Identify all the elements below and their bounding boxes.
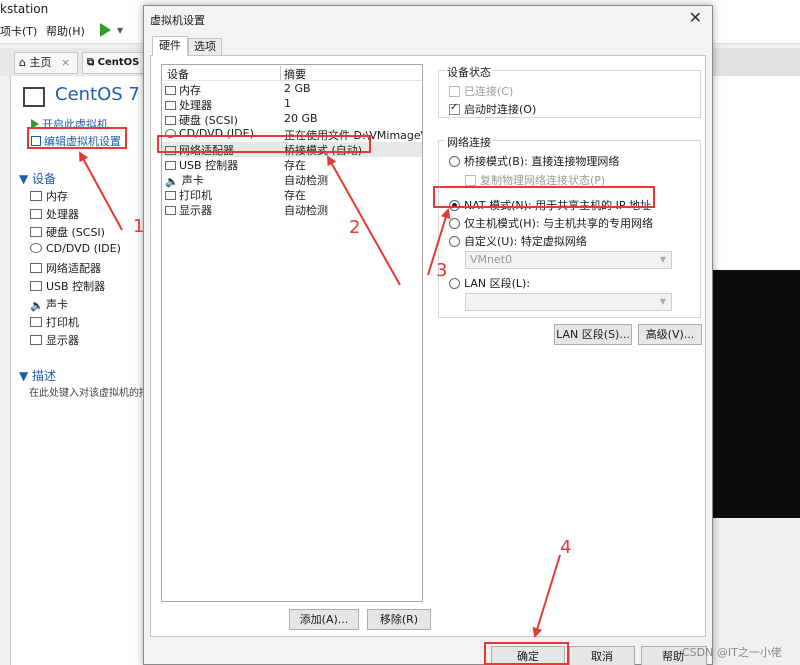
- lan-segments-button[interactable]: LAN 区段(S)...: [554, 324, 632, 345]
- printer-icon: [30, 317, 42, 327]
- speaker-icon: 🔈: [165, 175, 179, 188]
- radio-icon: [449, 218, 460, 229]
- usb-icon: [165, 161, 176, 170]
- description-heading[interactable]: ▼ 描述: [19, 367, 56, 384]
- device-item[interactable]: 显示器: [30, 332, 79, 348]
- tab-hardware[interactable]: 硬件: [152, 36, 188, 56]
- annotation-number-1: 1: [133, 216, 145, 237]
- device-item[interactable]: 网络适配器: [30, 260, 101, 276]
- host-only-radio[interactable]: 仅主机模式(H): 与主机共享的专用网络: [449, 215, 653, 231]
- device-item[interactable]: CD/DVD (IDE): [30, 242, 121, 255]
- tab-options[interactable]: 选项: [188, 38, 222, 56]
- device-status-group: 设备状态 已连接(C) 启动时连接(O): [438, 64, 701, 118]
- tab-vm[interactable]: ⧉ CentOS 7 6: [82, 52, 148, 74]
- speaker-icon: 🔈: [30, 299, 44, 312]
- chevron-down-icon: ▼: [659, 255, 666, 264]
- table-row[interactable]: 内存 2 GB: [162, 82, 422, 97]
- radio-icon: [449, 236, 460, 247]
- checkbox-icon: [465, 175, 476, 186]
- table-row[interactable]: 硬盘 (SCSI) 20 GB: [162, 112, 422, 127]
- device-item[interactable]: USB 控制器: [30, 278, 105, 294]
- advanced-button[interactable]: 高级(V)...: [638, 324, 702, 345]
- play-icon[interactable]: [100, 23, 111, 37]
- annotation-box-edit-settings: [27, 127, 127, 149]
- table-row[interactable]: 显示器 自动检测: [162, 202, 422, 217]
- home-icon: ⌂: [19, 56, 26, 69]
- custom-radio[interactable]: 自定义(U): 特定虚拟网络: [449, 233, 587, 249]
- network-icon: [30, 263, 42, 273]
- vm-summary-panel: CentOS 7 64 开启此虚拟机 编辑虚拟机设置 ▼ 设备 内存 处理器 硬…: [10, 76, 169, 665]
- memory-icon: [165, 86, 176, 95]
- chevron-down-icon[interactable]: ▼: [117, 26, 123, 35]
- annotation-box-ok: [484, 642, 569, 665]
- connected-checkbox[interactable]: 已连接(C): [449, 83, 513, 99]
- vm-settings-dialog: 虚拟机设置 ✕ 硬件 选项 设备 摘要 内存 2 GB 处理器 1 硬盘 (SCSI…: [143, 5, 713, 665]
- lan-segment-radio[interactable]: LAN 区段(L):: [449, 275, 530, 291]
- table-row[interactable]: 打印机 存在: [162, 187, 422, 202]
- device-item[interactable]: 打印机: [30, 314, 79, 330]
- network-legend: 网络连接: [445, 134, 493, 150]
- device-item[interactable]: 🔈 声卡: [30, 296, 68, 312]
- vm-console-preview: [712, 270, 800, 518]
- annotation-box-nat: [433, 186, 655, 208]
- list-header: 设备 摘要: [162, 65, 422, 81]
- display-icon: [30, 335, 42, 345]
- network-connection-group: 网络连接 桥接模式(B): 直接连接物理网络 复制物理网络连接状态(P) NAT…: [438, 134, 701, 318]
- vm-icon: ⧉: [87, 57, 95, 68]
- column-device[interactable]: 设备: [167, 66, 189, 82]
- cd-icon: [30, 243, 42, 253]
- right-panel: [712, 76, 800, 270]
- radio-icon: [449, 278, 460, 289]
- table-row[interactable]: USB 控制器 存在: [162, 157, 422, 172]
- description-placeholder[interactable]: 在此处键入对该虚拟机的描: [29, 384, 144, 399]
- bridged-radio[interactable]: 桥接模式(B): 直接连接物理网络: [449, 153, 619, 169]
- device-item[interactable]: 硬盘 (SCSI): [30, 224, 105, 240]
- device-item[interactable]: 内存: [30, 188, 68, 204]
- printer-icon: [165, 191, 176, 200]
- cpu-icon: [165, 101, 176, 110]
- chevron-down-icon: ▼: [659, 297, 666, 306]
- app-title: kstation: [0, 2, 49, 16]
- device-item[interactable]: 处理器: [30, 206, 79, 222]
- annotation-number-2: 2: [349, 217, 361, 238]
- usb-icon: [30, 281, 42, 291]
- radio-icon: [449, 156, 460, 167]
- lan-segment-select[interactable]: ▼: [465, 293, 672, 311]
- annotation-number-4: 4: [560, 537, 572, 558]
- menu-help[interactable]: 帮助(H): [46, 23, 85, 39]
- connect-on-start-checkbox[interactable]: 启动时连接(O): [449, 101, 536, 117]
- vm-icon: [23, 87, 45, 107]
- close-icon[interactable]: ×: [61, 56, 70, 69]
- annotation-box-network-adapter: [157, 135, 371, 153]
- disk-icon: [165, 116, 176, 125]
- custom-network-select[interactable]: VMnet0 ▼: [465, 251, 672, 269]
- vm-tab-strip: ⌂ 主页 × ⧉ CentOS 7 6: [0, 48, 148, 76]
- checkbox-icon: [449, 86, 460, 97]
- cancel-button[interactable]: 取消: [569, 646, 635, 665]
- display-icon: [165, 206, 176, 215]
- checkbox-checked-icon: [449, 102, 460, 115]
- add-device-button[interactable]: 添加(A)...: [289, 609, 359, 630]
- watermark: CSDN @IT之一小佬: [682, 646, 782, 659]
- device-status-legend: 设备状态: [445, 64, 493, 80]
- right-tab-strip: [712, 48, 800, 76]
- menu-tabs[interactable]: 项卡(T): [0, 23, 37, 39]
- column-separator[interactable]: [280, 66, 281, 80]
- tab-home[interactable]: ⌂ 主页 ×: [14, 52, 78, 74]
- dialog-title: 虚拟机设置: [150, 14, 205, 27]
- devices-heading[interactable]: ▼ 设备: [19, 170, 56, 187]
- close-icon[interactable]: ✕: [689, 8, 702, 27]
- table-row[interactable]: 🔈 声卡 自动检测: [162, 172, 422, 188]
- annotation-number-3: 3: [436, 260, 448, 281]
- disk-icon: [30, 227, 42, 237]
- table-row[interactable]: 处理器 1: [162, 97, 422, 112]
- cpu-icon: [30, 209, 42, 219]
- memory-icon: [30, 191, 42, 201]
- column-summary[interactable]: 摘要: [284, 66, 306, 82]
- remove-device-button[interactable]: 移除(R): [367, 609, 431, 630]
